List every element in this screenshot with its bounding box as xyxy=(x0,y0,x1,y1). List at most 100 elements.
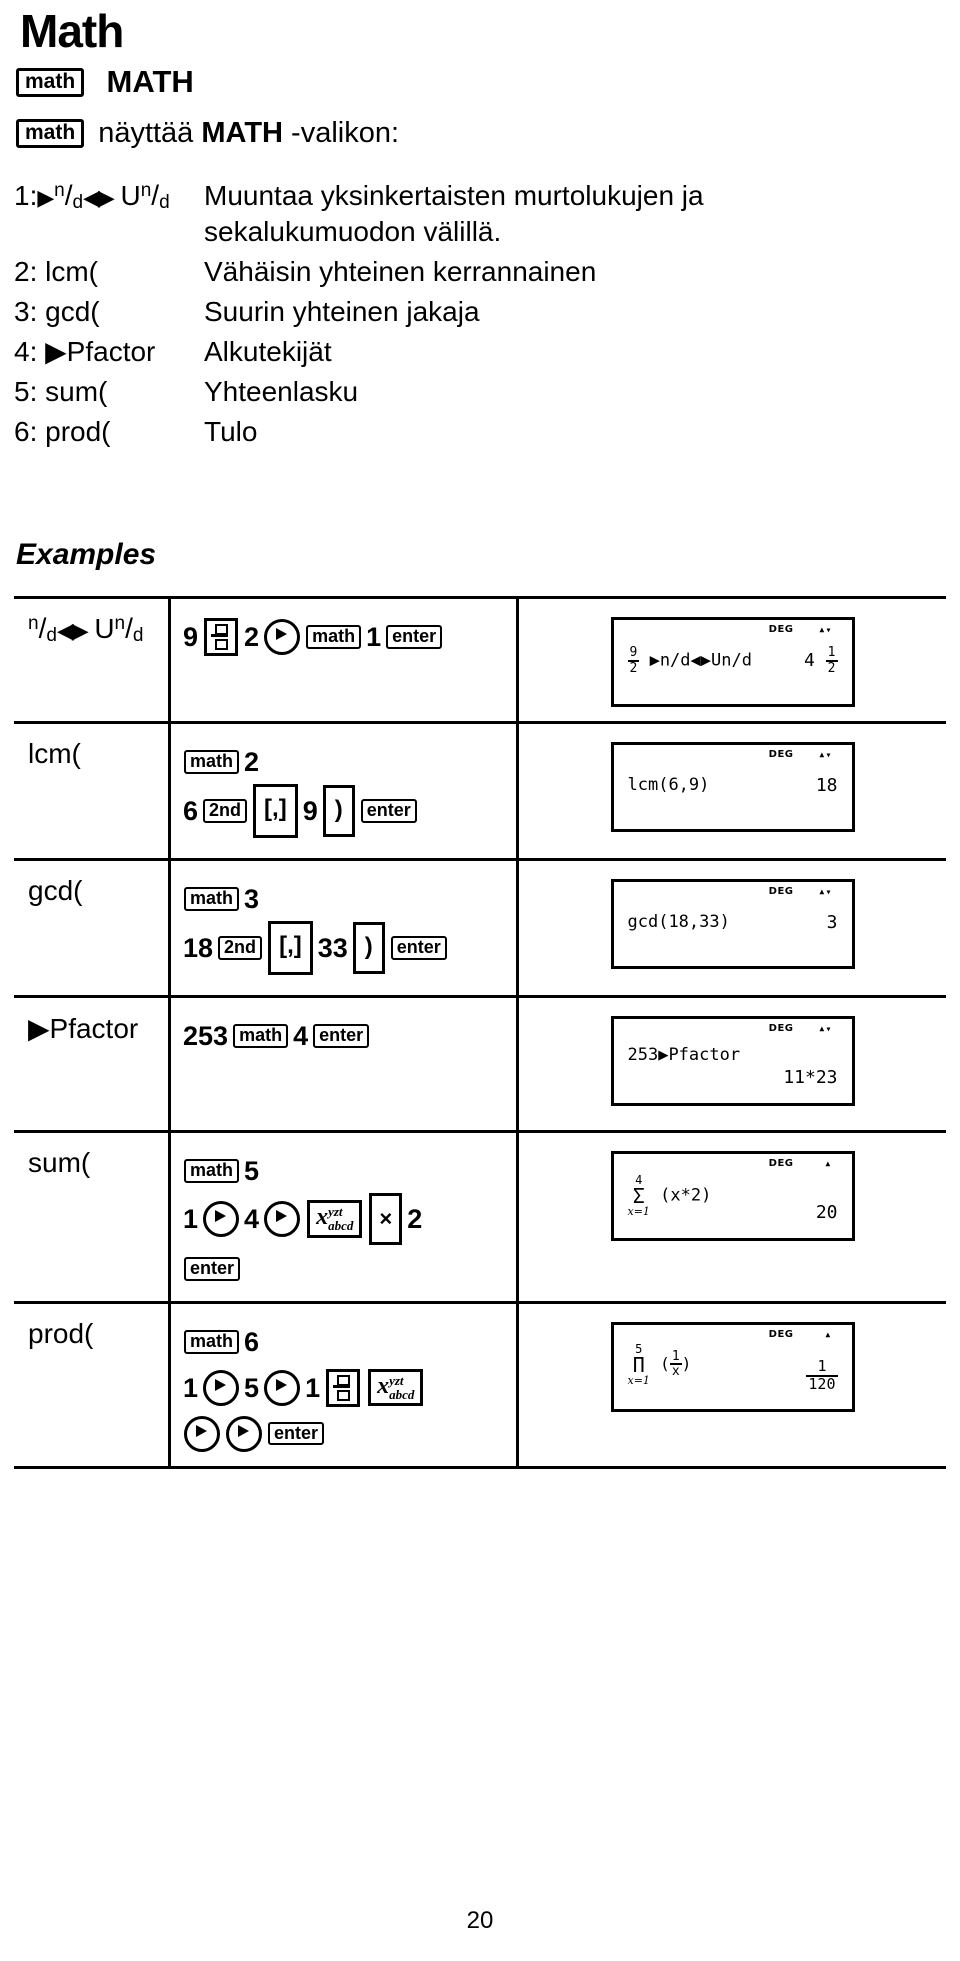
math-key-cap[interactable]: math xyxy=(184,749,240,774)
digit-key[interactable]: 1 xyxy=(183,1204,198,1234)
keystroke-line: math 6 xyxy=(181,1318,510,1364)
row-keystrokes: math 2 6 2nd [,] 9) enter xyxy=(171,724,519,858)
math-key-cap[interactable]: math xyxy=(16,67,85,97)
menu-item-key: 6: prod( xyxy=(14,414,204,450)
multiply-key-cap[interactable]: × xyxy=(369,1192,403,1245)
digit-key[interactable]: 1 xyxy=(183,1373,198,1403)
screen-result: 4 12 xyxy=(804,646,838,675)
result-whole: 4 xyxy=(803,650,815,672)
menu-item-number: 4: xyxy=(14,336,38,367)
frac-nd-glyph-2: n/d xyxy=(114,613,144,647)
comma-label: , xyxy=(287,931,294,959)
digit-key[interactable]: 9 xyxy=(183,622,198,652)
scroll-indicator-icon: ▴▾ xyxy=(818,622,832,636)
digit-key[interactable]: 1 xyxy=(305,1373,320,1403)
math-key-cap[interactable]: math xyxy=(233,1023,289,1048)
comma-key-cap[interactable]: [,] xyxy=(253,783,298,838)
product-expression: (1 x) xyxy=(660,1350,691,1379)
right-arrow-key-icon[interactable] xyxy=(184,1415,220,1452)
digit-key[interactable]: 3 xyxy=(244,884,259,914)
calculator-screen: DEG ▴▾ 92 ▶n/d◀▶Un/d 4 12 xyxy=(610,617,855,707)
digit-key[interactable]: 4 xyxy=(293,1021,308,1051)
keystroke-line: 253 math 4 enter xyxy=(181,1012,510,1058)
row-feature-name: prod( xyxy=(14,1303,171,1466)
enter-key-cap[interactable]: enter xyxy=(268,1421,325,1446)
digit-key[interactable]: 33 xyxy=(318,933,348,963)
digit-key[interactable]: 2 xyxy=(407,1204,422,1234)
digit-key[interactable]: 1 xyxy=(366,622,381,652)
scroll-indicator-icon: ▴▾ xyxy=(818,747,832,761)
math-key-cap[interactable]: math xyxy=(184,1329,240,1354)
summation-symbol: 4 Σx=1 xyxy=(628,1174,650,1217)
menu-item-key-label: gcd( xyxy=(45,296,100,327)
right-arrow-key-icon[interactable] xyxy=(203,1369,240,1406)
menu-item-row: 4: ▶Pfactor Alkutekijät xyxy=(14,334,944,370)
enter-key-cap[interactable]: enter xyxy=(386,624,443,649)
screen-result: 18 xyxy=(815,775,838,796)
keystroke-line: math 3 xyxy=(181,875,510,921)
calculator-screen: DEG ▴▾ lcm(6,9) 18 xyxy=(610,742,855,832)
digit-key[interactable]: 6 xyxy=(244,1327,259,1357)
desc-post: -valikon: xyxy=(282,116,400,149)
digit-key[interactable]: 6 xyxy=(183,796,198,826)
close-paren-key-cap[interactable]: ) xyxy=(352,921,385,974)
row-screen: DEG ▴▾ lcm(6,9) 18 xyxy=(519,724,946,858)
digit-key[interactable]: 2 xyxy=(244,622,259,652)
comma-label: , xyxy=(272,794,279,822)
left-right-triangle-icon: ◀▶ xyxy=(56,618,89,643)
enter-key-cap[interactable]: enter xyxy=(390,935,447,960)
right-arrow-key-icon[interactable] xyxy=(226,1415,262,1452)
right-arrow-key-icon[interactable] xyxy=(264,1200,301,1237)
menu-item-row: 1:▶n/d◀▶ Un/d Muuntaa yksinkertaisten mu… xyxy=(14,178,944,250)
frac-nd-glyph: n/d xyxy=(28,613,57,647)
row-keystrokes: 9 2 math 1 enter xyxy=(171,599,519,721)
enter-key-cap[interactable]: enter xyxy=(360,798,417,823)
second-key-cap[interactable]: 2nd xyxy=(218,935,263,960)
digit-key[interactable]: 5 xyxy=(244,1373,259,1403)
expression-fraction: 92 xyxy=(627,646,640,675)
variable-key-icon[interactable]: x yzt abcd xyxy=(368,1368,424,1407)
variable-key-icon[interactable]: x yzt abcd xyxy=(307,1200,363,1238)
digit-key[interactable]: 253 xyxy=(183,1021,228,1051)
close-paren-key-cap[interactable]: ) xyxy=(322,784,355,837)
right-arrow-key-icon[interactable] xyxy=(264,1369,301,1406)
digit-key[interactable]: 5 xyxy=(244,1156,259,1186)
menu-item-key-label: lcm( xyxy=(45,256,99,287)
menu-item-desc: Tulo xyxy=(204,416,258,447)
calculator-screen: DEG ▴▾ 253▶Pfactor 11*23 xyxy=(610,1016,855,1106)
menu-item-key: 5: sum( xyxy=(14,374,204,410)
keystroke-line: enter xyxy=(181,1245,510,1289)
sigma-lower-limit: x=1 xyxy=(627,1205,650,1218)
row-feature-name: gcd( xyxy=(14,861,171,995)
fraction-key-icon[interactable] xyxy=(326,1368,361,1407)
fraction-numerator: 1 xyxy=(806,1358,838,1377)
comma-key-cap[interactable]: [,] xyxy=(268,920,313,975)
product-lower-limit: x=1 xyxy=(627,1373,650,1387)
math-key-cap-2[interactable]: math xyxy=(16,118,85,148)
mode-indicator: DEG xyxy=(768,886,794,897)
screen-result: 20 xyxy=(815,1202,838,1223)
summand-expression: (x*2) xyxy=(660,1185,712,1206)
math-key-cap[interactable]: math xyxy=(184,1158,240,1183)
math-key-cap[interactable]: math xyxy=(306,624,362,649)
frac-nd-glyph: n/d xyxy=(54,180,84,214)
scroll-indicator-icon: ▴▾ xyxy=(818,1021,832,1035)
row-screen: DEG ▴▾ gcd(18,33) 3 xyxy=(519,861,946,995)
right-arrow-key-icon[interactable] xyxy=(264,618,301,655)
enter-key-cap[interactable]: enter xyxy=(313,1023,370,1048)
table-row: n/d◀▶ Un/d 9 2 math 1 enter DEG ▴▾ 92 ▶n/d◀▶… xyxy=(14,599,946,724)
result-fraction: 12 xyxy=(825,646,838,675)
row-screen: DEG ▴ 4 Σx=1 (x*2) 20 xyxy=(519,1133,946,1301)
digit-key[interactable]: 9 xyxy=(303,796,318,826)
enter-key-cap[interactable]: enter xyxy=(184,1256,241,1281)
digit-key[interactable]: 18 xyxy=(183,933,213,963)
second-key-cap[interactable]: 2nd xyxy=(203,798,248,823)
math-key-cap[interactable]: math xyxy=(184,886,240,911)
math-key-cap-2-label: math xyxy=(25,120,76,144)
right-arrow-key-icon[interactable] xyxy=(203,1200,240,1237)
menu-item-key-label: prod( xyxy=(45,416,111,447)
digit-key[interactable]: 4 xyxy=(244,1204,259,1234)
digit-key[interactable]: 2 xyxy=(244,747,259,777)
screen-expression: lcm(6,9) xyxy=(627,775,710,795)
fraction-key-icon[interactable] xyxy=(204,617,239,656)
